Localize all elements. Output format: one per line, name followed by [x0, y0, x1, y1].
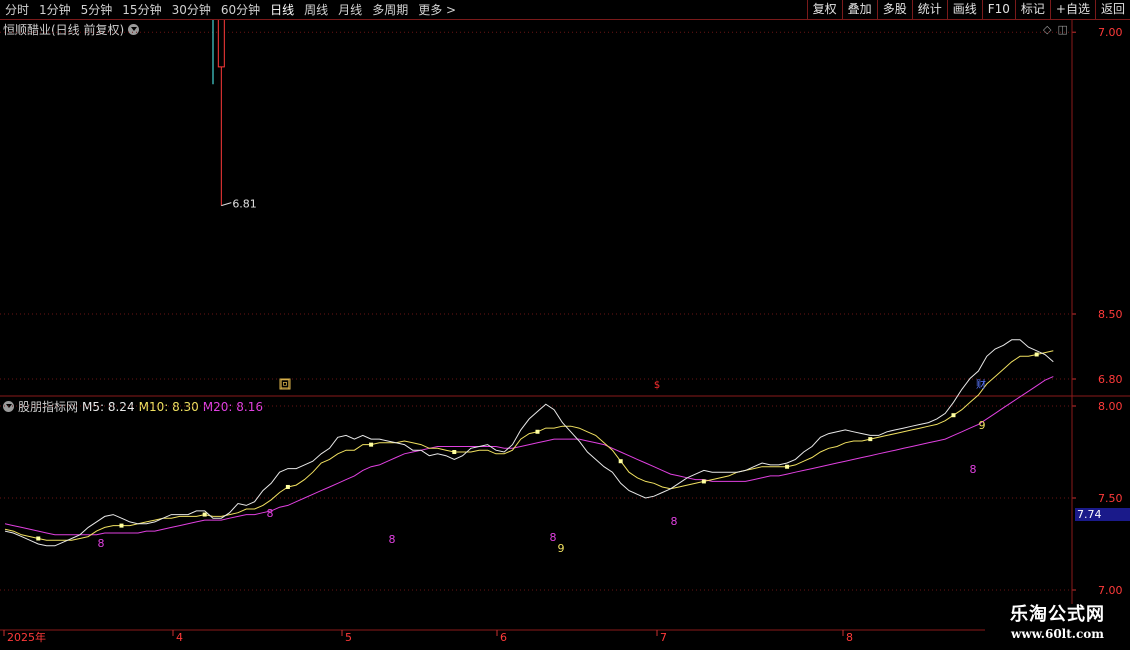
period-tab-8[interactable]: 月线 [333, 0, 367, 20]
period-tab-10[interactable]: 更多 > [413, 0, 461, 20]
period-tab-6[interactable]: 日线 [265, 0, 299, 20]
chart-grid [0, 31, 1076, 591]
period-tab-4[interactable]: 30分钟 [167, 0, 216, 20]
signal-label: 8 [671, 515, 678, 528]
date-label: 6 [500, 631, 507, 644]
ma5-line [4, 339, 1054, 547]
date-label: 7 [660, 631, 667, 644]
toolbar-button-6[interactable]: 标记 [1014, 0, 1050, 20]
candle-body-up [217, 20, 225, 68]
indicator-tick-label: 8.50 [1098, 308, 1123, 321]
watermark-title: 乐淘公式网 [1010, 604, 1105, 625]
signal-label: 8 [970, 463, 977, 476]
current-value-badge: 7.74 [1075, 508, 1130, 521]
watermark-url: www.60lt.com [1011, 627, 1104, 641]
period-tab-1[interactable]: 1分钟 [34, 0, 76, 20]
toolbar-button-4[interactable]: 画线 [946, 0, 982, 20]
event-mark: 财 [976, 378, 986, 391]
ma10-dot [369, 442, 374, 447]
toolbar-button-3[interactable]: 统计 [911, 0, 947, 20]
price-tick-label: 6.80 [1098, 373, 1123, 386]
indicator-tick-label: 7.00 [1098, 584, 1123, 597]
toolbar-button-2[interactable]: 多股 [876, 0, 912, 20]
date-label: 2025年 [7, 630, 46, 644]
event-mark: 回 [280, 379, 290, 391]
low-marker-line [221, 202, 232, 207]
moving-average-series [4, 339, 1054, 547]
signal-label: 8 [98, 537, 105, 550]
ma10-dot [285, 484, 290, 489]
date-label: 8 [846, 631, 853, 644]
candlestick-series [212, 20, 225, 206]
ma10-dot [868, 437, 873, 442]
ma10-dot [951, 413, 956, 418]
function-buttons: 复权 叠加 多股 统计 画线 F10 标记 +自选 返回 [806, 0, 1130, 20]
toolbar-button-8[interactable]: 返回 [1094, 0, 1130, 20]
date-label: 4 [176, 631, 183, 644]
signal-label: 8 [267, 507, 274, 520]
toolbar-button-7[interactable]: +自选 [1049, 0, 1095, 20]
signal-label: 9 [979, 419, 986, 432]
ma10-dot [701, 479, 706, 484]
date-label: 5 [345, 631, 352, 644]
event-mark: $ [654, 380, 660, 391]
period-tab-2[interactable]: 5分钟 [76, 0, 118, 20]
chart-frames [0, 20, 1130, 650]
period-toolbar: 分时 1分钟 5分钟 15分钟 30分钟 60分钟 日线 周线 月线 多周期 更多 > 复权 叠加 多股… [0, 0, 1130, 20]
toolbar-button-1[interactable]: 叠加 [841, 0, 877, 20]
indicator-tick-label: 7.50 [1098, 492, 1123, 505]
ma10-dot [618, 459, 623, 464]
low-marker-label: 6.81 [232, 198, 257, 211]
site-watermark: 乐淘公式网 www.60lt.com [985, 604, 1130, 650]
period-tab-5[interactable]: 60分钟 [216, 0, 265, 20]
toolbar-button-5[interactable]: F10 [981, 0, 1015, 20]
signal-label: 9 [558, 542, 565, 555]
ma10-dot [1034, 352, 1039, 357]
signal-label: 8 [389, 533, 396, 546]
period-tab-9[interactable]: 多周期 [367, 0, 413, 20]
period-tab-3[interactable]: 15分钟 [117, 0, 166, 20]
toolbar-button-0[interactable]: 复权 [806, 0, 842, 20]
ma20-line [4, 376, 1054, 536]
chart-labels: 8.608.408.208.007.807.607.407.207.006.80… [3, 26, 1123, 644]
ma10-dot [36, 536, 41, 541]
price-tick-label: 7.00 [1098, 26, 1123, 39]
period-tabs: 分时 1分钟 5分钟 15分钟 30分钟 60分钟 日线 周线 月线 多周期 更多 > [0, 0, 461, 20]
indicator-tick-label: 8.00 [1098, 400, 1123, 413]
period-tab-0[interactable]: 分时 [0, 0, 34, 20]
ma10-dot [785, 464, 790, 469]
ma10-dot [202, 512, 207, 517]
signal-label: 8 [550, 531, 557, 544]
ma10-dot [452, 450, 457, 454]
ma10-dot [119, 523, 124, 528]
kline-chart[interactable]: 8.608.408.208.007.807.607.407.207.006.80… [0, 20, 1130, 650]
ma10-dot [535, 429, 540, 434]
period-tab-7[interactable]: 周线 [299, 0, 333, 20]
